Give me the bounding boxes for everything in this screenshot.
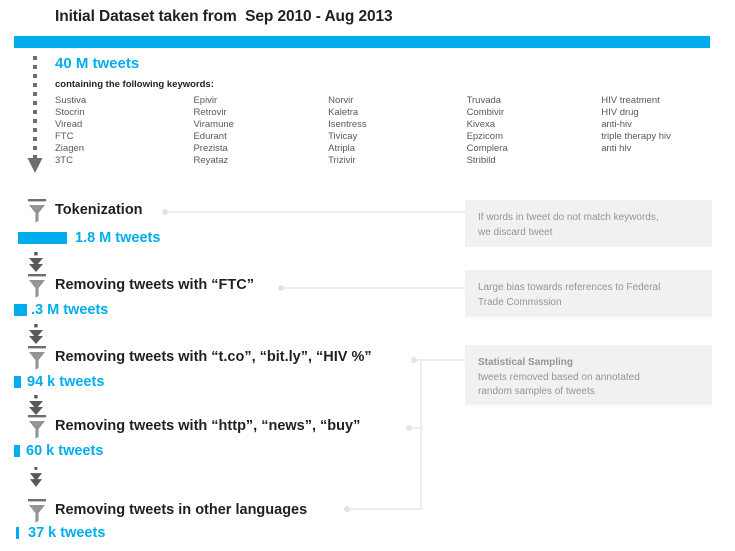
step-result: 37 k tweets bbox=[16, 525, 105, 541]
callout-box: If words in tweet do not match keywords,… bbox=[465, 200, 712, 247]
keywords-intro-label: containing the following keywords: bbox=[55, 79, 214, 90]
funnel-icon bbox=[26, 197, 48, 228]
connector-dot bbox=[162, 209, 168, 215]
result-bar bbox=[16, 527, 19, 539]
connector-line bbox=[348, 508, 423, 510]
keyword-item: Tivicay bbox=[328, 131, 466, 143]
step-title: Tokenization bbox=[55, 202, 143, 218]
connector-dot bbox=[344, 506, 350, 512]
keyword-item: Truvada bbox=[467, 95, 602, 107]
keyword-item: Stribild bbox=[467, 155, 602, 167]
step-title: Removing tweets with “t.co”, “bit.ly”, “… bbox=[55, 349, 372, 365]
callout-line: tweets removed based on annotated bbox=[478, 371, 698, 386]
funnel-icon bbox=[26, 497, 48, 528]
step-title: Removing tweets with “http”, “news”, “bu… bbox=[55, 418, 360, 434]
keyword-column: Epivir Retrovir Viramune Edurant Prezist… bbox=[193, 95, 328, 168]
keyword-item: anti hiv bbox=[601, 143, 715, 155]
connector-dot bbox=[278, 285, 284, 291]
keyword-item: Complera bbox=[467, 143, 602, 155]
result-label: 94 k tweets bbox=[27, 374, 104, 390]
keyword-item: Reyataz bbox=[193, 155, 328, 167]
callout-line: If words in tweet do not match keywords, bbox=[478, 211, 698, 226]
keyword-item: Atripla bbox=[328, 143, 466, 155]
keyword-column: Sustiva Stocrin Viread FTC Ziagen 3TC bbox=[55, 95, 193, 168]
callout-box: Statistical Sampling tweets removed base… bbox=[465, 345, 712, 405]
connector-line bbox=[411, 427, 423, 429]
page-title: Initial Dataset taken from Sep 2010 - Au… bbox=[55, 8, 393, 26]
connector-dot bbox=[406, 425, 412, 431]
step-result: 94 k tweets bbox=[14, 374, 104, 390]
connector-line bbox=[416, 359, 424, 361]
step-title: Removing tweets with “FTC” bbox=[55, 277, 254, 293]
keyword-item: Retrovir bbox=[193, 107, 328, 119]
keyword-item: Viread bbox=[55, 119, 193, 131]
callout-line: Trade Commission bbox=[478, 296, 698, 311]
keyword-column: HIV treatment HIV drug anti-hiv triple t… bbox=[601, 95, 715, 168]
funnel-icon bbox=[26, 413, 48, 444]
connector-line bbox=[165, 211, 465, 213]
keyword-item: Combivir bbox=[467, 107, 602, 119]
keyword-item: Norvir bbox=[328, 95, 466, 107]
result-label: .3 M tweets bbox=[31, 302, 108, 318]
step-result: 60 k tweets bbox=[14, 443, 103, 459]
keyword-item: HIV drug bbox=[601, 107, 715, 119]
funnel-icon bbox=[26, 344, 48, 375]
keyword-item: 3TC bbox=[55, 155, 193, 167]
funnel-icon bbox=[26, 272, 48, 303]
callout-line: random samples of tweets bbox=[478, 385, 698, 400]
keyword-item: Edurant bbox=[193, 131, 328, 143]
keyword-list: Sustiva Stocrin Viread FTC Ziagen 3TC Ep… bbox=[55, 95, 715, 168]
connector-line bbox=[281, 287, 465, 289]
dotted-arrow-down-icon bbox=[24, 54, 46, 184]
result-label: 60 k tweets bbox=[26, 443, 103, 459]
keyword-item: Prezista bbox=[193, 143, 328, 155]
step-result: .3 M tweets bbox=[14, 302, 108, 318]
result-bar bbox=[14, 445, 20, 457]
keyword-item: Isentress bbox=[328, 119, 466, 131]
keyword-item: HIV treatment bbox=[601, 95, 715, 107]
keyword-item: anti-hiv bbox=[601, 119, 715, 131]
initial-dataset-bar bbox=[14, 36, 710, 48]
keyword-item: Kaletra bbox=[328, 107, 466, 119]
keyword-column: Truvada Combivir Kivexa Epzicom Complera… bbox=[467, 95, 602, 168]
keyword-item: Trizivir bbox=[328, 155, 466, 167]
connector-branch-line bbox=[420, 359, 422, 509]
keyword-item: Viramune bbox=[193, 119, 328, 131]
result-label: 1.8 M tweets bbox=[75, 230, 160, 246]
result-label: 37 k tweets bbox=[28, 525, 105, 541]
initial-tweet-count: 40 M tweets bbox=[55, 55, 139, 72]
callout-box: Large bias towards references to Federal… bbox=[465, 270, 712, 317]
result-bar bbox=[18, 232, 67, 244]
connector-line bbox=[421, 359, 466, 361]
keyword-item: Epivir bbox=[193, 95, 328, 107]
connector-dot bbox=[411, 357, 417, 363]
step-result: 1.8 M tweets bbox=[18, 230, 160, 246]
step-title: Removing tweets in other languages bbox=[55, 502, 307, 518]
callout-heading: Statistical Sampling bbox=[478, 356, 698, 371]
arrow-down-icon bbox=[27, 467, 45, 498]
callout-line: we discard tweet bbox=[478, 226, 698, 241]
keyword-item: Ziagen bbox=[55, 143, 193, 155]
keyword-item: Kivexa bbox=[467, 119, 602, 131]
keyword-item: Epzicom bbox=[467, 131, 602, 143]
keyword-item: Sustiva bbox=[55, 95, 193, 107]
keyword-column: Norvir Kaletra Isentress Tivicay Atripla… bbox=[328, 95, 466, 168]
result-bar bbox=[14, 376, 21, 388]
keyword-item: triple therapy hiv bbox=[601, 131, 715, 143]
result-bar bbox=[14, 304, 27, 316]
keyword-item: Stocrin bbox=[55, 107, 193, 119]
callout-line: Large bias towards references to Federal bbox=[478, 281, 698, 296]
keyword-item: FTC bbox=[55, 131, 193, 143]
